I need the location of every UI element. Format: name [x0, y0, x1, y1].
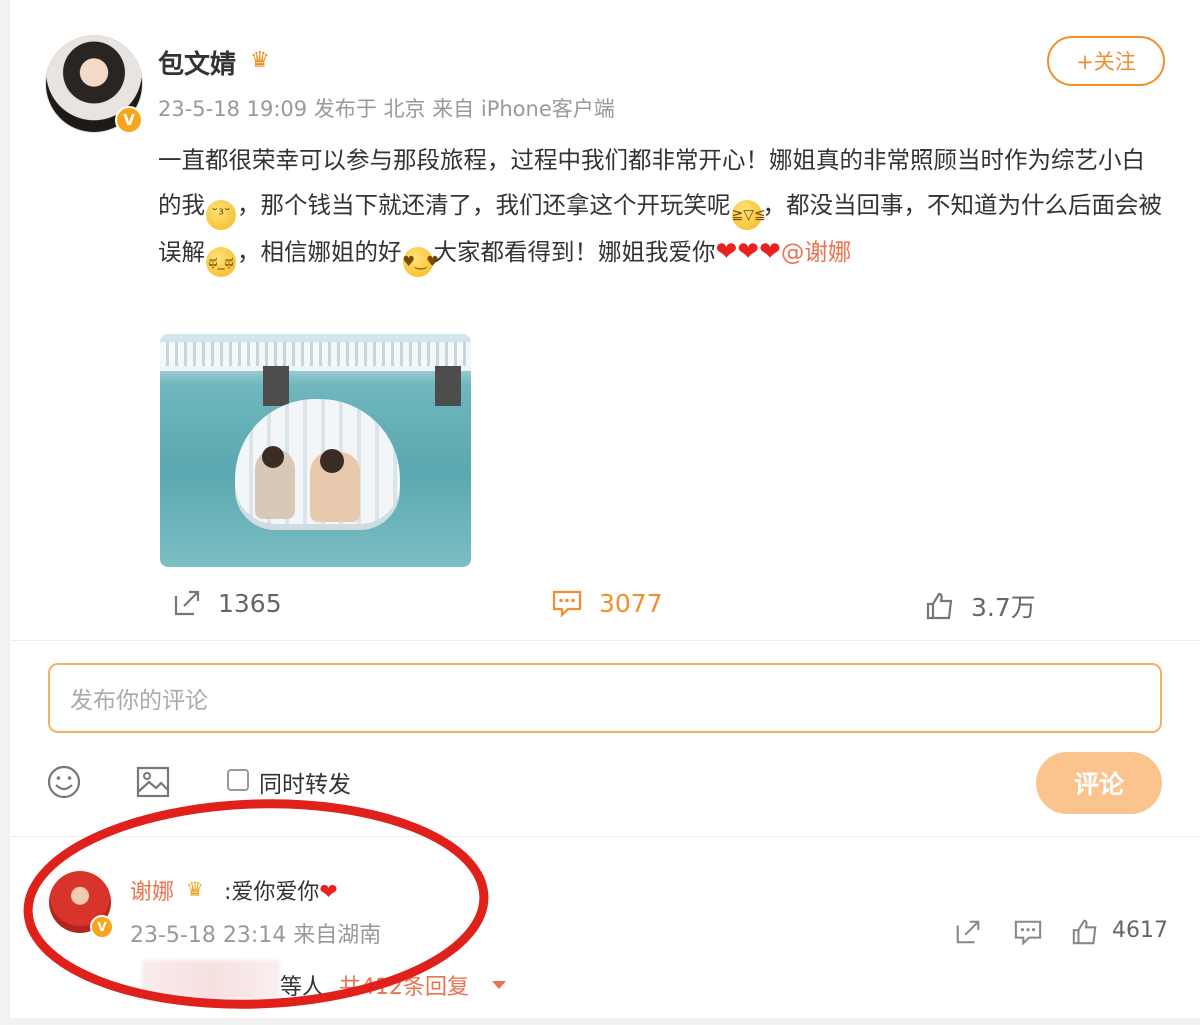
pier-shape [160, 342, 471, 371]
pier-pillar [435, 366, 461, 406]
replies-prefix: 等人 [280, 975, 325, 1000]
divider [10, 640, 1200, 641]
heart-icon: ❤ [759, 236, 781, 267]
like-count: 3.7万 [971, 593, 1036, 622]
emoji-icon[interactable] [46, 764, 82, 800]
comment-meta: 23-5-18 23:14 来自湖南 [130, 923, 382, 948]
repost-checkbox[interactable] [227, 769, 249, 791]
mention-link[interactable]: @谢娜 [781, 238, 852, 266]
kiss-emoji-icon: ˘³˘ [206, 199, 236, 230]
repost-icon [174, 590, 200, 616]
comment-reply-icon[interactable] [1013, 918, 1043, 946]
repost-count: 1365 [218, 588, 282, 618]
view-replies-link[interactable]: 共412条回复 [339, 969, 469, 1001]
comment-count: 3077 [599, 588, 663, 618]
post-text: 一直都很荣幸可以参与那段旅程，过程中我们都非常开心！娜姐真的非常照顾当时作为综艺… [158, 138, 1163, 277]
post-text-segment: 大家都看得到！娜姐我爱你 [433, 237, 716, 266]
thumbs-up-icon [926, 592, 953, 620]
heart-icon: ❤ [715, 236, 738, 267]
image-upload-icon[interactable] [135, 764, 171, 800]
pier-pillar [263, 366, 289, 406]
chevron-down-icon[interactable] [492, 981, 506, 989]
author-name[interactable]: 包文婧 [158, 44, 236, 81]
comment-button[interactable]: 3077 [551, 588, 663, 618]
post-text-segment: ，相信娜姐的好 [237, 237, 402, 266]
submit-comment-button[interactable]: 评论 [1036, 752, 1162, 814]
person-head-shape [320, 449, 344, 473]
follow-button[interactable]: +关注 [1047, 36, 1165, 86]
heart-eyes-emoji-icon: ♥‿♥ [402, 246, 439, 277]
comment-repost-icon[interactable] [954, 918, 982, 946]
crying-emoji-icon: ಥ_ಥ [206, 246, 236, 277]
person-head-shape [262, 446, 284, 468]
heart-icon: ❤ [737, 236, 760, 267]
comment-like-icon[interactable] [1071, 918, 1099, 946]
repost-button[interactable]: 1365 [172, 588, 282, 618]
commenter-name[interactable]: 谢娜 [130, 874, 174, 906]
divider [10, 836, 1200, 837]
like-button[interactable]: 3.7万 [925, 588, 1036, 624]
crown-icon: ♛ [250, 48, 270, 73]
post-image[interactable] [160, 334, 471, 567]
comment-icon [552, 590, 582, 618]
comment-text: :爱你爱你❤ [224, 874, 338, 906]
verified-badge-icon: V [90, 915, 114, 939]
post-text-segment: ，那个钱当下就还清了，我们还拿这个开玩笑呢 [237, 190, 731, 219]
crown-icon: ♛ [186, 877, 204, 901]
laugh-cry-emoji-icon: ≧▽≦ [731, 199, 766, 230]
comment-text-content: :爱你爱你 [224, 880, 320, 905]
heart-icon: ❤ [319, 880, 338, 905]
repost-label[interactable]: 同时转发 [259, 765, 351, 799]
comment-like-count: 4617 [1112, 918, 1168, 943]
verified-badge-icon: V [115, 106, 143, 134]
left-margin [0, 0, 10, 1025]
bottom-margin [0, 1018, 1200, 1025]
comment-input[interactable]: 发布你的评论 [48, 663, 1162, 733]
post-meta: 23-5-18 19:09 发布于 北京 来自 iPhone客户端 [158, 97, 615, 121]
blurred-reply-names [142, 960, 280, 1000]
